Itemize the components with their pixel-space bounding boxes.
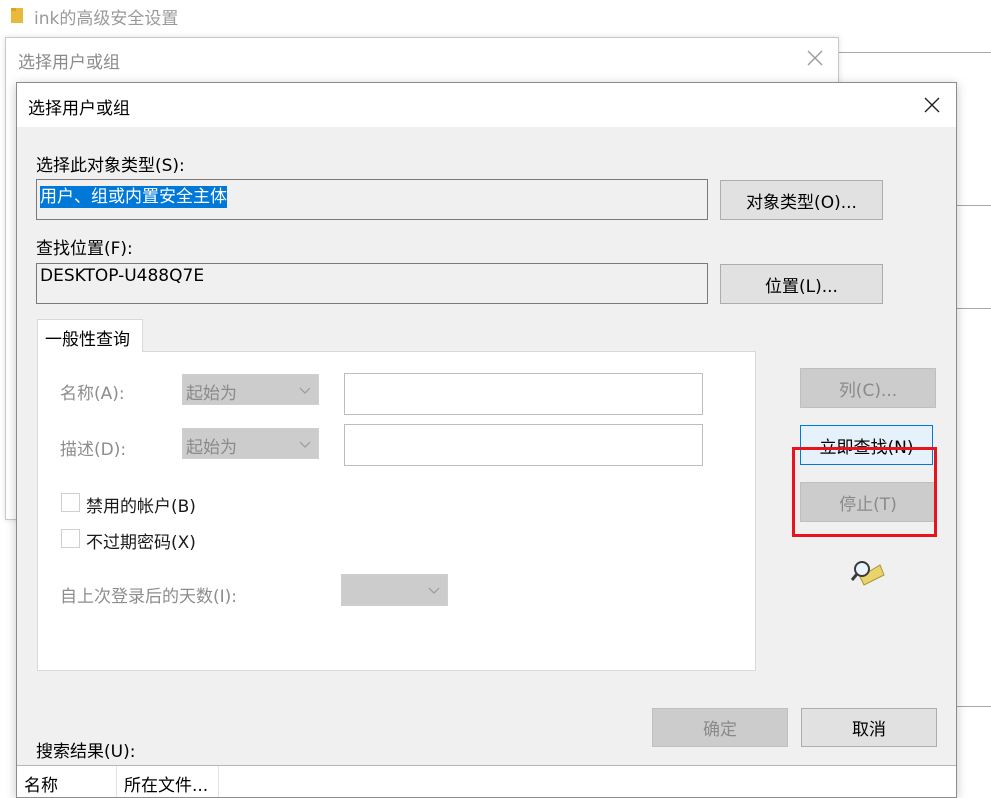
location-value: DESKTOP-U488Q7E [40,266,205,286]
days-since-logon-label: 自上次登录后的天数(I): [60,587,238,607]
days-since-logon-select[interactable] [341,574,448,606]
select-users-dialog: 选择用户或组 选择此对象类型(S): 用户、组或内置安全主体 对象类型(O)..… [16,82,957,798]
name-label: 名称(A): [60,384,125,404]
close-icon[interactable] [803,46,827,70]
find-now-button[interactable]: 立即查找(N) [800,425,933,465]
non-expiring-password-checkbox[interactable] [61,529,80,548]
description-input[interactable] [344,424,703,466]
disabled-accounts-label: 禁用的帐户(B) [86,497,196,517]
search-results-table: 名称 所在文件... [17,765,956,797]
disabled-accounts-checkbox[interactable] [61,493,80,512]
background-divider [957,706,991,707]
close-icon[interactable] [920,93,944,117]
column-header-folder[interactable]: 所在文件... [117,766,219,797]
columns-button[interactable]: 列(C)... [800,368,936,408]
back-dialog-title: 选择用户或组 [18,53,120,73]
location-field[interactable]: DESKTOP-U488Q7E [36,263,708,304]
non-expiring-password-label: 不过期密码(X) [86,533,196,553]
object-type-field[interactable]: 用户、组或内置安全主体 [36,179,708,220]
description-label: 描述(D): [60,440,127,460]
parent-window-title: ink的高级安全设置 [34,9,179,29]
chevron-down-icon [299,387,311,394]
background-divider [957,308,991,309]
dialog-title: 选择用户或组 [28,99,130,119]
object-type-value: 用户、组或内置安全主体 [40,186,227,208]
background-divider [838,52,991,53]
general-query-panel: 名称(A): 起始为 描述(D): 起始为 禁用的帐户(B) 不过期密码(X) … [37,351,756,671]
column-header-name[interactable]: 名称 [17,766,117,797]
dialog-body: 选择此对象类型(S): 用户、组或内置安全主体 对象类型(O)... 查找位置(… [17,127,956,797]
name-mode-value: 起始为 [186,384,237,404]
background-divider [957,205,991,206]
ok-button[interactable]: 确定 [652,708,788,747]
location-label: 查找位置(F): [36,239,133,259]
description-mode-value: 起始为 [186,438,237,458]
search-results-label: 搜索结果(U): [36,742,136,762]
parent-window-titlebar: ink的高级安全设置 [0,0,991,32]
folder-icon [11,8,23,23]
description-mode-select[interactable]: 起始为 [182,428,319,459]
cancel-button[interactable]: 取消 [801,708,937,747]
object-type-label: 选择此对象类型(S): [36,156,185,176]
dialog-titlebar: 选择用户或组 [17,83,956,127]
object-types-button[interactable]: 对象类型(O)... [720,180,883,220]
tab-general-query-label: 一般性查询 [45,330,130,350]
chevron-down-icon [428,587,440,594]
tab-general-query[interactable]: 一般性查询 [37,319,143,352]
name-mode-select[interactable]: 起始为 [182,374,319,405]
locations-button[interactable]: 位置(L)... [720,264,883,304]
search-magnifier-icon [850,561,885,586]
stop-button[interactable]: 停止(T) [800,482,936,522]
name-input[interactable] [344,373,703,415]
chevron-down-icon [299,441,311,448]
